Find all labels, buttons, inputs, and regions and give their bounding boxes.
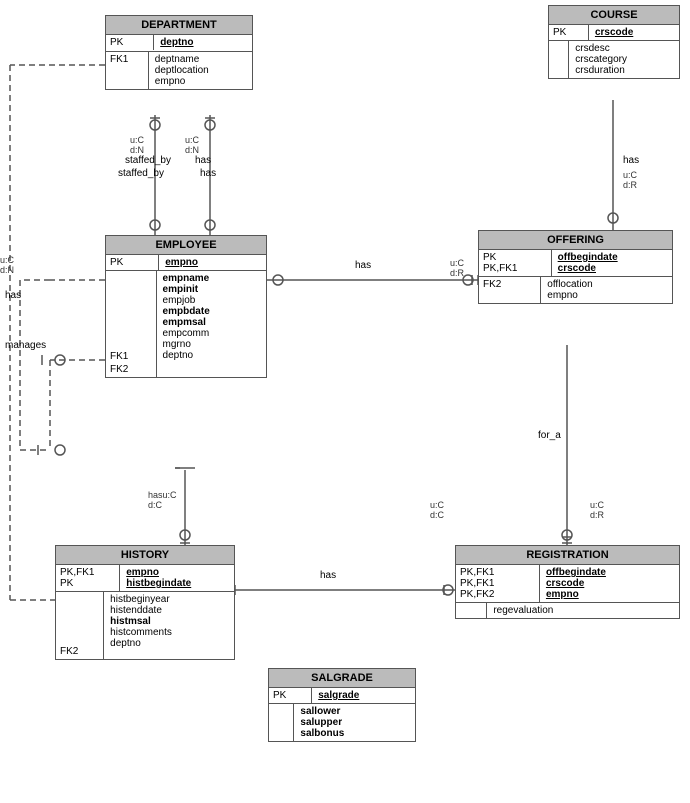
offering-title: OFFERING xyxy=(479,231,672,250)
label-has-dept: has xyxy=(195,155,211,166)
emp-pk-label: PK xyxy=(106,255,159,270)
sal-pk-attr: salgrade xyxy=(312,688,415,703)
registration-title: REGISTRATION xyxy=(456,546,679,565)
label-staffed-by-text: staffed_by xyxy=(118,168,164,179)
course-empty-label xyxy=(549,41,569,78)
emp-fk-labels: FK1 FK2 xyxy=(106,271,157,377)
entity-department: DEPARTMENT PK deptno FK1 deptname deptlo… xyxy=(105,15,253,90)
hist-fk-labels: FK2 xyxy=(56,592,104,659)
entity-registration: REGISTRATION PK,FK1 PK,FK1 PK,FK2 offbeg… xyxy=(455,545,680,619)
hist-pk-labels: PK,FK1 PK xyxy=(56,565,120,591)
off-fk-labels: FK2 xyxy=(479,277,541,303)
hist-pk-attrs: empno histbegindate xyxy=(120,565,234,591)
label-uc-dn-staffed: u:Cd:N xyxy=(130,135,144,155)
emp-attrs: empname empinit empjob empbdate empmsal … xyxy=(157,271,266,377)
reg-pk-labels: PK,FK1 PK,FK1 PK,FK2 xyxy=(456,565,540,602)
label-has-dept-text: has xyxy=(200,168,216,179)
label-hasu: hasu:Cd:C xyxy=(148,490,177,510)
salgrade-title: SALGRADE xyxy=(269,669,415,688)
label-uc-dn-has: u:Cd:N xyxy=(185,135,199,155)
entity-history: HISTORY PK,FK1 PK empno histbegindate xyxy=(55,545,235,660)
hist-attrs: histbeginyear histenddate histmsal histc… xyxy=(104,592,234,659)
dept-attrs: deptname deptlocation empno xyxy=(149,52,252,89)
sal-attrs: sallower salupper salbonus xyxy=(294,704,415,741)
entity-course: COURSE PK crscode crsdesc crscategory cr… xyxy=(548,5,680,79)
dept-fk1-label: FK1 xyxy=(106,52,149,89)
erd-diagram: staffed_by has u:Cd:N u:Cd:N has u:Cd:R … xyxy=(0,0,690,803)
course-pk-label: PK xyxy=(549,25,589,40)
label-uc-dc: u:Cd:C xyxy=(430,500,444,520)
sal-empty-label xyxy=(269,704,294,741)
label-has-emp-off: has xyxy=(355,260,371,271)
off-pk-attrs: offbegindate crscode xyxy=(552,250,672,276)
label-uc-dr-course: u:Cd:R xyxy=(623,170,637,190)
reg-empty-label xyxy=(456,603,487,618)
label-uc-dr-off-reg: u:Cd:R xyxy=(590,500,604,520)
course-title: COURSE xyxy=(549,6,679,25)
label-for-a: for_a xyxy=(538,430,561,441)
course-attrs: crsdesc crscategory crsduration xyxy=(569,41,679,78)
dept-pk-attr: deptno xyxy=(154,35,252,50)
sal-pk-label: PK xyxy=(269,688,312,703)
label-has-hist: has xyxy=(320,570,336,581)
label-staffed-by: staffed_by xyxy=(125,155,171,166)
label-manages: manages xyxy=(5,340,46,351)
label-uc-dn-left: u:Cd:N xyxy=(0,255,14,275)
off-attrs: offlocation empno xyxy=(541,277,672,303)
reg-attrs: regevaluation xyxy=(487,603,679,618)
label-uc-dr: u:Cd:R xyxy=(450,258,464,278)
label-has-course-off: has xyxy=(623,155,639,166)
reg-pk-attrs: offbegindate crscode empno xyxy=(540,565,679,602)
entity-employee: EMPLOYEE PK empno FK1 FK2 xyxy=(105,235,267,378)
course-pk-attr: crscode xyxy=(589,25,679,40)
employee-title: EMPLOYEE xyxy=(106,236,266,255)
entity-salgrade: SALGRADE PK salgrade sallower salupper s… xyxy=(268,668,416,742)
entity-offering: OFFERING PK PK,FK1 offbegindate crscode … xyxy=(478,230,673,304)
dept-pk-label: PK xyxy=(106,35,154,50)
history-title: HISTORY xyxy=(56,546,234,565)
off-pk-labels: PK PK,FK1 xyxy=(479,250,552,276)
department-title: DEPARTMENT xyxy=(106,16,252,35)
emp-pk-attr: empno xyxy=(159,255,266,270)
label-has-left: has xyxy=(5,290,21,301)
